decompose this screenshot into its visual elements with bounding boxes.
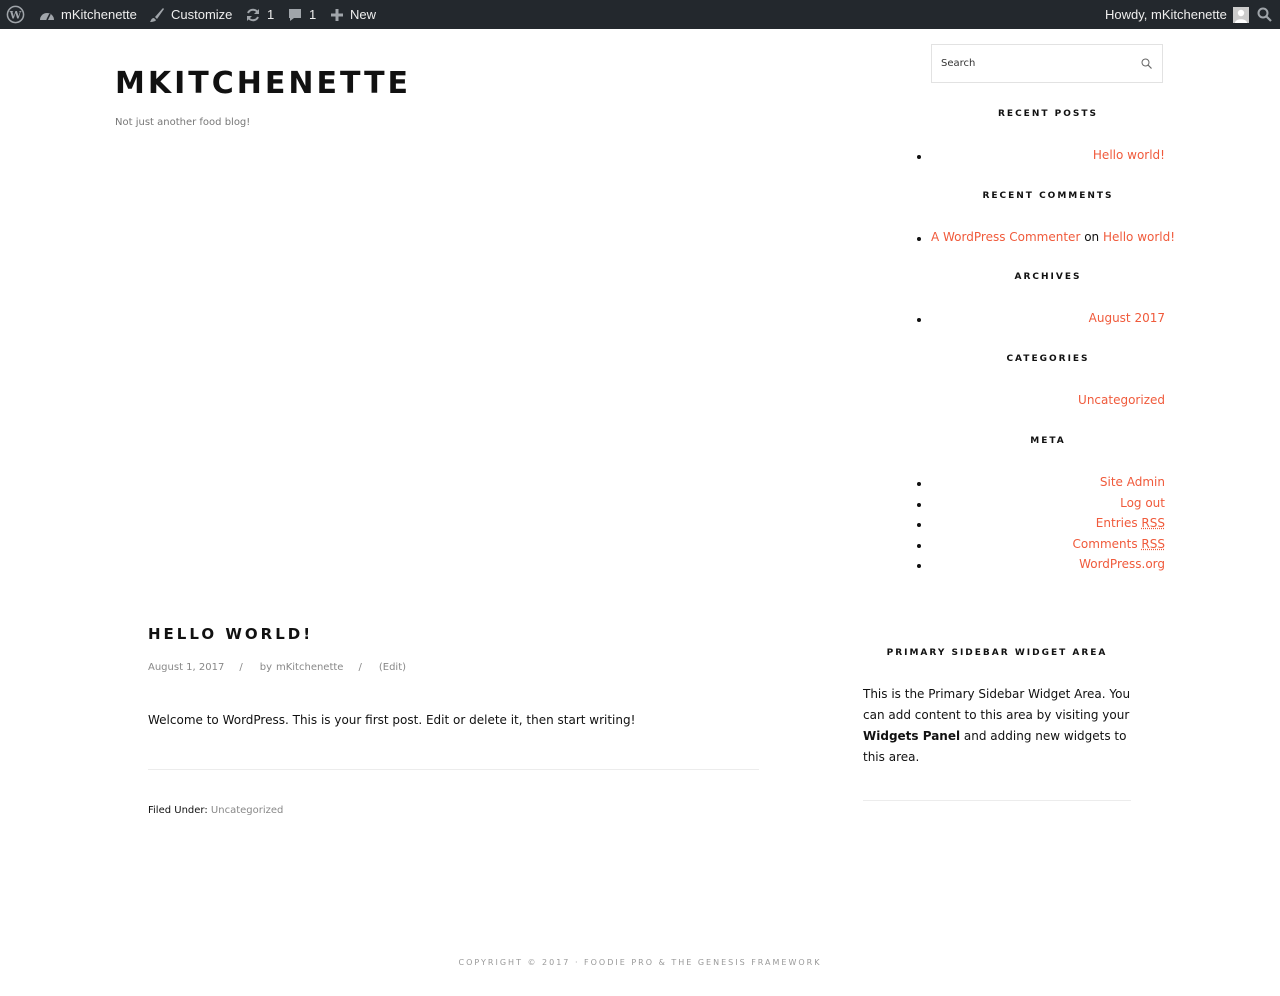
site-name-menu[interactable]: mKitchenette: [39, 0, 137, 29]
new-content-button[interactable]: New: [330, 0, 376, 29]
post-footer: Filed Under: Uncategorized: [148, 805, 283, 816]
list-item: Site Admin: [917, 475, 1165, 489]
recent-comments-title: RECENT COMMENTS: [982, 191, 1114, 201]
search-input[interactable]: [932, 45, 1131, 82]
divider: [148, 769, 759, 770]
widgets-panel-link[interactable]: Widgets Panel: [863, 729, 960, 743]
primary-sidebar-title: PRIMARY SIDEBAR WIDGET AREA: [886, 648, 1108, 658]
customize-label: Customize: [171, 7, 233, 22]
howdy-label: Howdy, mKitchenette: [1105, 7, 1227, 22]
site-footer: COPYRIGHT © 2017 · FOODIE PRO & THE GENE…: [458, 958, 822, 967]
post-meta: August 1, 2017 / by mKitchenette / (Edit…: [148, 662, 406, 673]
avatar: [1232, 6, 1249, 23]
list-item: Log out: [917, 496, 1165, 510]
dashboard-icon: [40, 12, 54, 20]
comment-post-link[interactable]: Hello world!: [1103, 230, 1175, 244]
filed-under-label: Filed Under:: [148, 805, 208, 816]
meta-separator: /: [358, 662, 362, 673]
admin-search-button[interactable]: [1257, 0, 1272, 29]
archives-title: ARCHIVES: [1014, 272, 1082, 282]
comment-on-text: on: [1084, 230, 1100, 244]
plus-icon: [331, 8, 343, 21]
comments-label: Comments: [1072, 537, 1138, 551]
list-item: A WordPress Commenter on Hello world!: [917, 230, 1175, 244]
paintbrush-icon: [150, 7, 164, 22]
admin-bar: W mKitchenette Customize 1 1 New Howdy, …: [0, 0, 1280, 29]
comments-rss-link[interactable]: Comments RSS: [1073, 537, 1165, 551]
post-date: August 1, 2017: [148, 662, 225, 673]
entries-label: Entries: [1095, 516, 1138, 530]
comment-bubble-icon: [289, 8, 301, 21]
list-item: Uncategorized: [931, 393, 1165, 407]
list-item: WordPress.org: [917, 557, 1165, 571]
comments-button[interactable]: 1: [287, 0, 316, 29]
rss-abbr: RSS: [1141, 537, 1165, 551]
site-title[interactable]: MKITCHENETTE: [115, 66, 411, 101]
updates-count: 1: [267, 7, 275, 22]
meta-separator: /: [239, 662, 243, 673]
categories-title: CATEGORIES: [1006, 354, 1090, 364]
comments-count: 1: [309, 7, 317, 22]
post-title[interactable]: HELLO WORLD!: [148, 625, 313, 643]
post-by-label: by: [259, 662, 272, 673]
search-form: [931, 44, 1163, 83]
wordpress-org-link[interactable]: WordPress.org: [1079, 557, 1165, 571]
post-edit-link[interactable]: (Edit): [379, 662, 406, 673]
primary-sidebar-text: This is the Primary Sidebar Widget Area.…: [863, 684, 1131, 768]
refresh-icon: [247, 8, 259, 21]
log-out-link[interactable]: Log out: [1120, 496, 1165, 510]
search-icon: [1257, 7, 1272, 22]
customize-button[interactable]: Customize: [149, 0, 232, 29]
post-author-link[interactable]: mKitchenette: [276, 662, 343, 673]
wordpress-logo-button[interactable]: W: [6, 0, 25, 29]
divider: [863, 800, 1131, 801]
archive-link[interactable]: August 2017: [1089, 311, 1165, 325]
search-icon[interactable]: [1141, 58, 1152, 69]
category-link[interactable]: Uncategorized: [1078, 393, 1165, 407]
site-admin-link[interactable]: Site Admin: [1100, 475, 1165, 489]
new-label: New: [350, 7, 377, 22]
list-item: Hello world!: [917, 148, 1165, 162]
entries-rss-link[interactable]: Entries RSS: [1096, 516, 1165, 530]
comment-author-link[interactable]: A WordPress Commenter: [931, 230, 1080, 244]
rss-abbr: RSS: [1141, 516, 1165, 530]
post-category-link[interactable]: Uncategorized: [211, 805, 283, 816]
list-item: August 2017: [917, 311, 1165, 325]
site-description: Not just another food blog!: [115, 117, 251, 128]
svg-text:W: W: [9, 9, 22, 21]
recent-post-link[interactable]: Hello world!: [1093, 148, 1165, 162]
wordpress-icon: W: [6, 5, 25, 24]
my-account-menu[interactable]: Howdy, mKitchenette: [1105, 0, 1249, 29]
list-item: Comments RSS: [917, 537, 1165, 551]
list-item: Entries RSS: [917, 516, 1165, 530]
primary-sidebar-text-start: This is the Primary Sidebar Widget Area.…: [863, 687, 1131, 722]
recent-posts-title: RECENT POSTS: [998, 109, 1098, 119]
site-name-label: mKitchenette: [61, 7, 137, 22]
meta-title: META: [1030, 436, 1066, 446]
post-content: Welcome to WordPress. This is your first…: [148, 713, 636, 727]
updates-button[interactable]: 1: [245, 0, 274, 29]
